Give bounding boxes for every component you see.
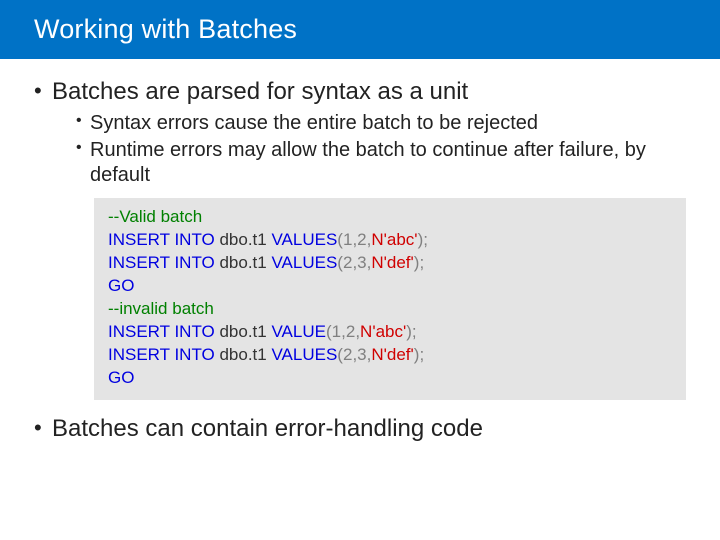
code-punct: );: [406, 322, 416, 341]
bullet-item: Batches are parsed for syntax as a unit …: [34, 77, 686, 400]
bullet-text: Batches are parsed for syntax as a unit: [52, 78, 468, 105]
slide-title: Working with Batches: [0, 0, 720, 59]
code-string: N'def': [371, 253, 413, 272]
sub-bullet-list: Syntax errors cause the entire batch to …: [76, 111, 686, 188]
code-keyword: VALUES: [271, 345, 337, 364]
code-string: N'abc': [371, 230, 417, 249]
code-number: 3: [357, 345, 366, 364]
code-keyword: VALUES: [271, 230, 337, 249]
code-number: 2: [346, 322, 355, 341]
slide-content: Batches are parsed for syntax as a unit …: [0, 59, 720, 444]
code-object: dbo.t1: [215, 230, 272, 249]
bullet-item: Batches can contain error-handling code: [34, 414, 686, 444]
code-string: N'abc': [360, 322, 406, 341]
code-keyword: GO: [108, 276, 134, 295]
sub-bullet-item: Syntax errors cause the entire batch to …: [76, 111, 686, 136]
code-comment: --Valid batch: [108, 207, 202, 226]
code-punct: );: [418, 230, 428, 249]
sub-bullet-item: Runtime errors may allow the batch to co…: [76, 138, 686, 188]
slide: Working with Batches Batches are parsed …: [0, 0, 720, 540]
code-punct: );: [414, 253, 424, 272]
code-keyword: VALUES: [271, 253, 337, 272]
code-block: --Valid batch INSERT INTO dbo.t1 VALUES(…: [94, 198, 686, 400]
code-keyword: INSERT INTO: [108, 230, 215, 249]
sub-bullet-text: Runtime errors may allow the batch to co…: [90, 139, 646, 186]
code-object: dbo.t1: [215, 253, 272, 272]
code-number: 2: [357, 230, 366, 249]
code-keyword: VALUE: [271, 322, 326, 341]
code-keyword: INSERT INTO: [108, 322, 215, 341]
code-keyword: INSERT INTO: [108, 253, 215, 272]
code-object: dbo.t1: [215, 345, 272, 364]
code-comment: --invalid batch: [108, 299, 214, 318]
code-string: N'def': [371, 345, 413, 364]
code-keyword: INSERT INTO: [108, 345, 215, 364]
code-number: 1: [332, 322, 341, 341]
code-keyword: GO: [108, 368, 134, 387]
sub-bullet-text: Syntax errors cause the entire batch to …: [90, 112, 538, 134]
bullet-text: Batches can contain error-handling code: [52, 415, 483, 442]
code-object: dbo.t1: [215, 322, 272, 341]
bullet-list: Batches are parsed for syntax as a unit …: [34, 77, 686, 444]
code-number: 3: [357, 253, 366, 272]
code-punct: );: [414, 345, 424, 364]
